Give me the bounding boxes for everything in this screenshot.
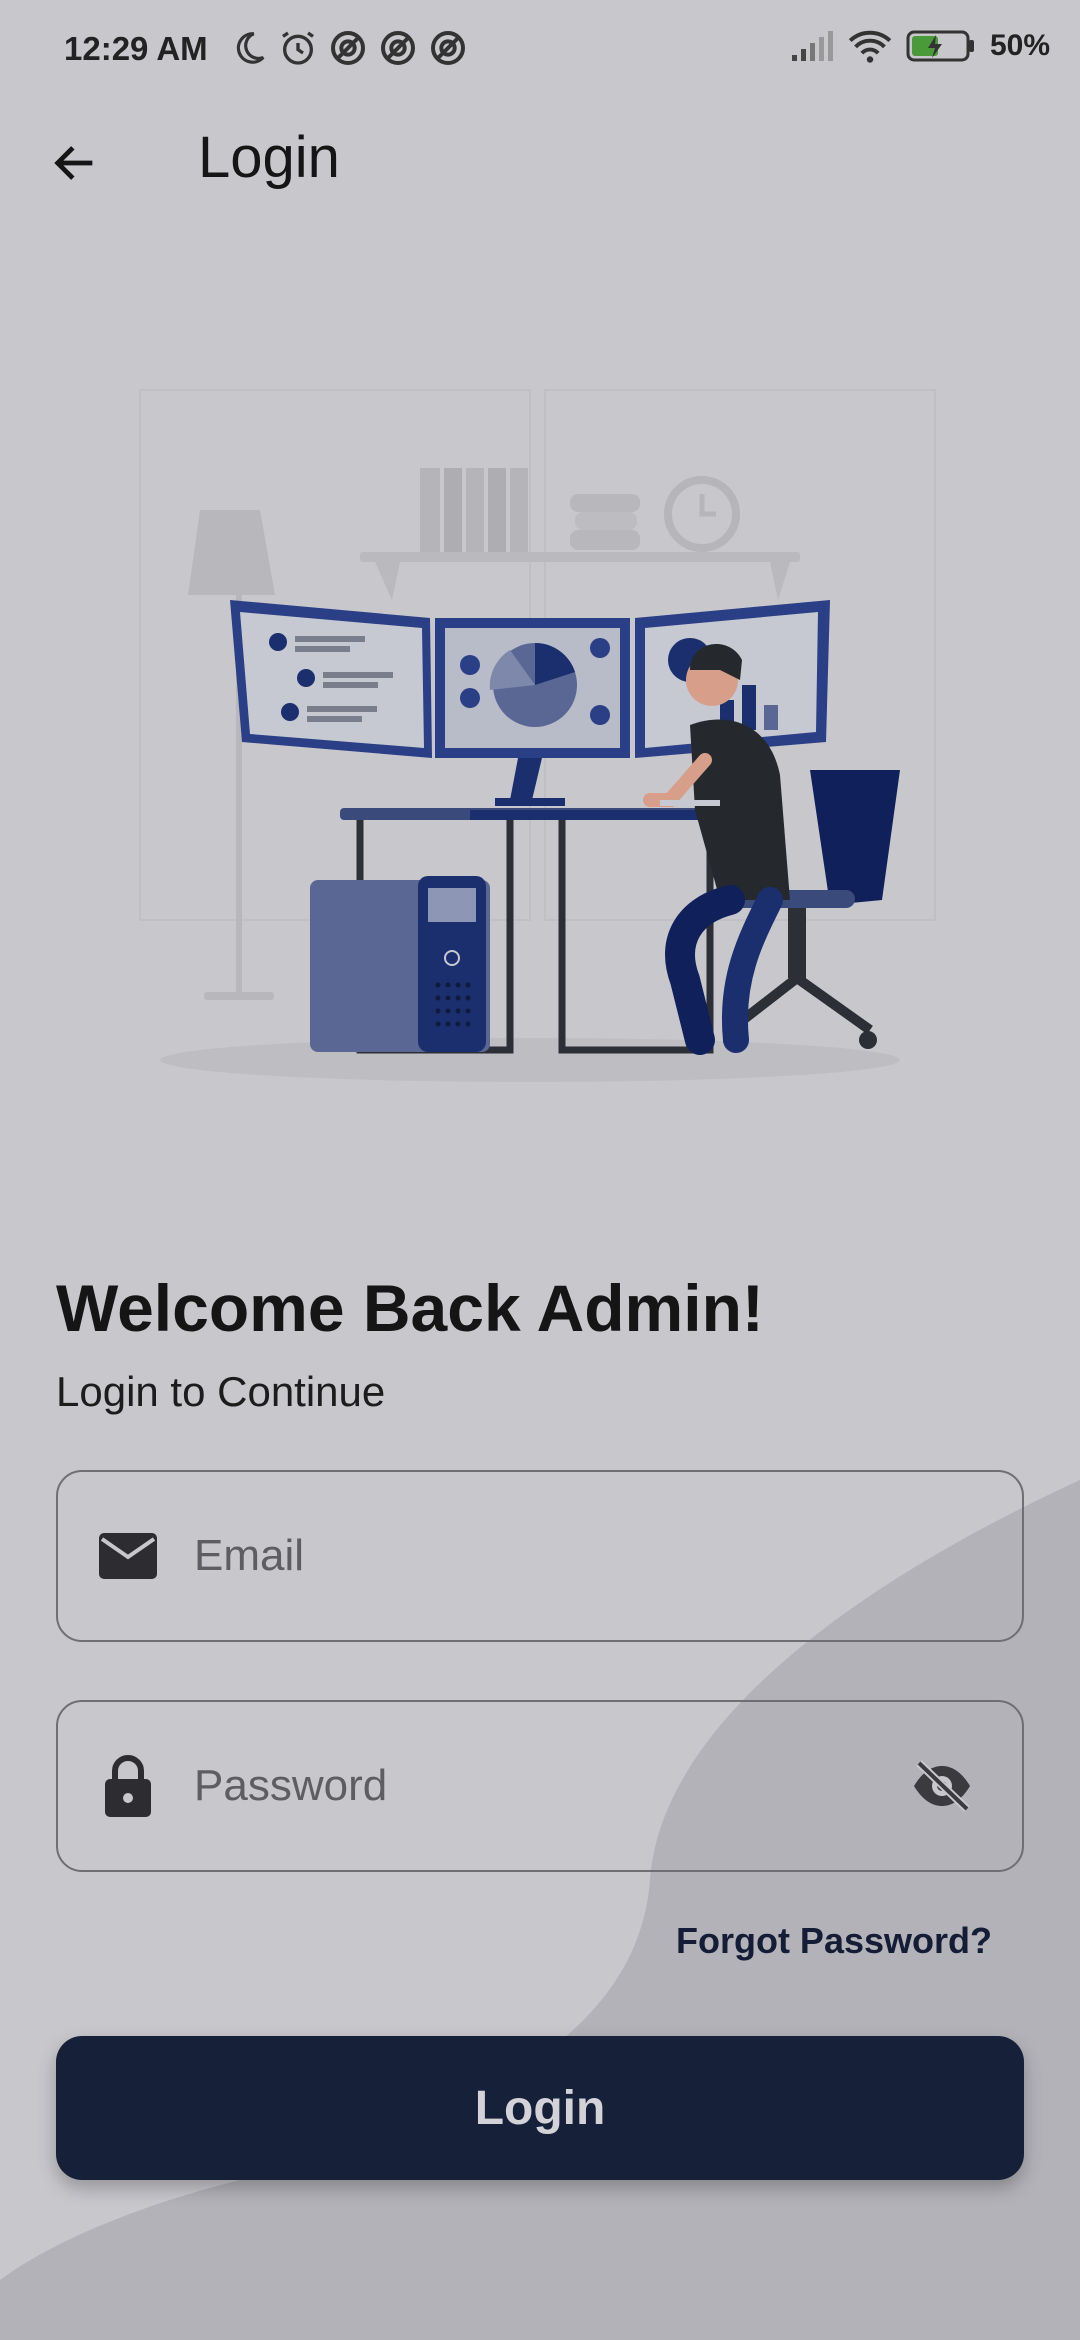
welcome-heading: Welcome Back Admin! bbox=[56, 1271, 764, 1345]
status-icons-left bbox=[230, 28, 468, 68]
notification-icon bbox=[431, 31, 465, 65]
mail-icon bbox=[88, 1533, 168, 1579]
app-bar: Login bbox=[0, 110, 1080, 210]
email-field[interactable] bbox=[56, 1470, 1024, 1642]
arrow-left-icon bbox=[54, 146, 93, 180]
page-title: Login bbox=[198, 125, 340, 190]
eye-off-icon[interactable] bbox=[902, 1759, 982, 1813]
signal-icon bbox=[791, 31, 833, 61]
alarm-icon bbox=[282, 31, 314, 65]
status-time: 12:29 AM bbox=[64, 30, 208, 67]
moon-icon bbox=[236, 32, 265, 64]
login-button[interactable]: Login bbox=[56, 2036, 1024, 2180]
login-button-label: Login bbox=[474, 2081, 606, 2135]
lock-icon bbox=[88, 1755, 168, 1817]
password-input[interactable] bbox=[194, 1761, 902, 1811]
status-bar: 12:29 AM 50% bbox=[0, 0, 1080, 100]
notification-icon bbox=[381, 31, 415, 65]
status-icons-right: 50% bbox=[790, 28, 1050, 64]
person-at-desk-illustration bbox=[139, 389, 936, 1082]
welcome-subtitle: Login to Continue bbox=[56, 1368, 386, 1415]
battery-icon bbox=[906, 30, 974, 62]
battery-percent: 50% bbox=[989, 29, 1050, 62]
background-wave bbox=[0, 1480, 1080, 2340]
password-field[interactable] bbox=[56, 1700, 1024, 1872]
back-button[interactable] bbox=[40, 128, 110, 198]
wifi-icon bbox=[848, 30, 892, 63]
notification-icon bbox=[331, 31, 365, 65]
forgot-password-link[interactable]: Forgot Password? bbox=[676, 1920, 992, 1962]
email-input[interactable] bbox=[194, 1531, 1022, 1581]
